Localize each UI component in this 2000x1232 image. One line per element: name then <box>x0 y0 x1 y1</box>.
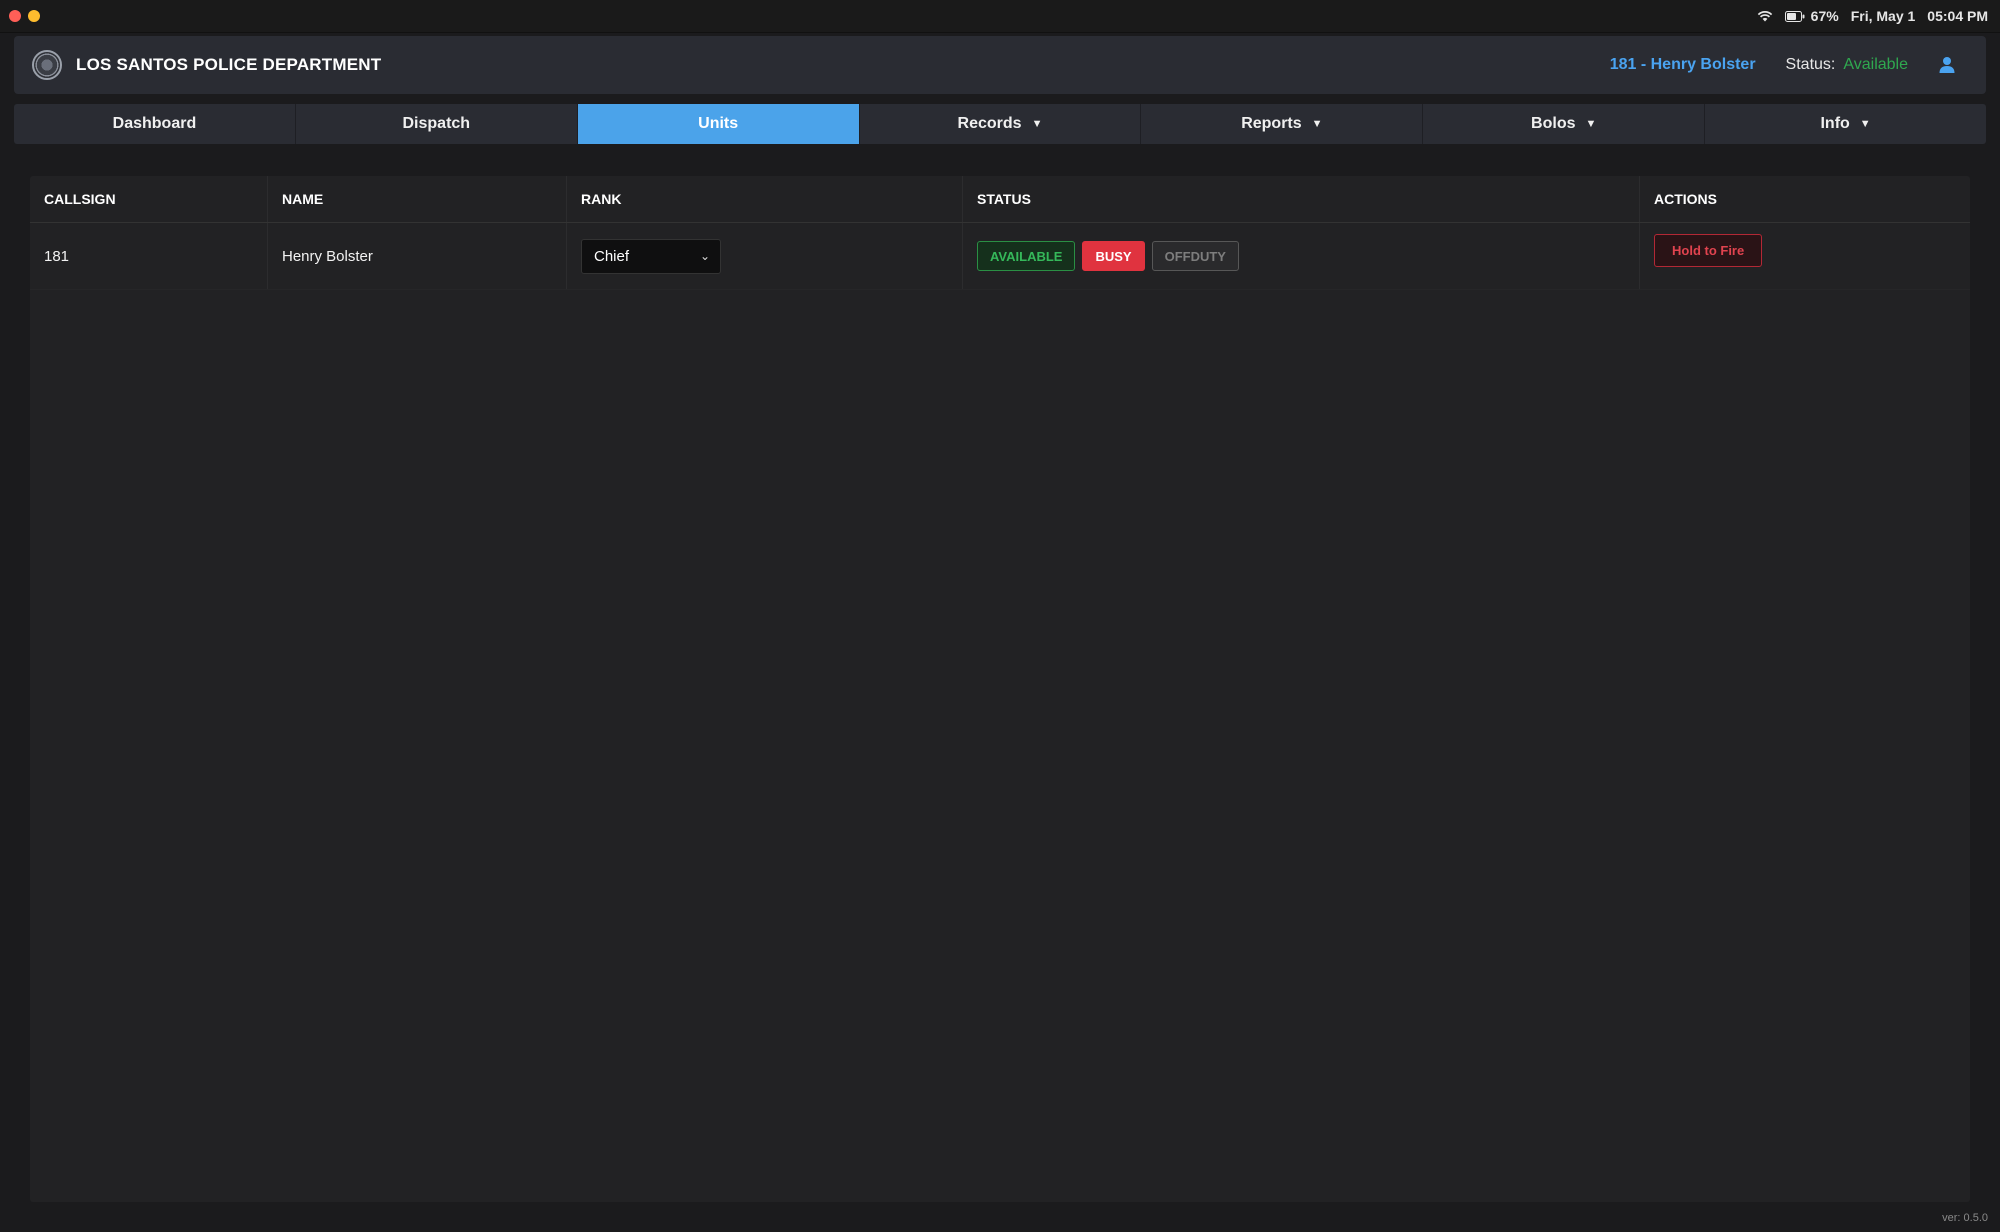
chevron-down-icon: ⌄ <box>699 249 710 263</box>
status-value: Available <box>1843 56 1908 73</box>
column-header-callsign: CALLSIGN <box>30 176 268 222</box>
tab-records[interactable]: Records ▼ <box>860 104 1142 144</box>
wifi-icon[interactable] <box>1757 10 1773 22</box>
user-icon[interactable] <box>1938 56 1956 74</box>
tab-label: Dashboard <box>112 115 197 132</box>
table-header: CALLSIGN NAME RANK STATUS ACTIONS <box>30 176 1970 223</box>
minimize-window-button[interactable] <box>28 10 40 22</box>
app-window: 67% Fri, May 1 05:04 PM LOS SANTOS POLIC… <box>0 0 2000 1232</box>
column-header-actions: ACTIONS <box>1654 191 1717 207</box>
tab-units[interactable]: Units <box>577 104 860 144</box>
battery-icon <box>1784 10 1805 22</box>
tab-bolos[interactable]: Bolos ▼ <box>1423 104 1706 144</box>
actions-cell: Hold to Fire <box>1640 223 1970 289</box>
system-status-area: 67% Fri, May 1 05:04 PM <box>1757 0 1988 32</box>
system-time[interactable]: 05:04 PM <box>1927 8 1988 24</box>
status-busy-button[interactable]: BUSY <box>1082 241 1145 271</box>
battery-status[interactable]: 67% <box>1784 8 1839 24</box>
name-cell: Henry Bolster <box>268 223 567 289</box>
tab-label: Dispatch <box>402 115 471 132</box>
status-label: Status: <box>1785 56 1836 73</box>
officer-name: 181 - Henry Bolster <box>1609 56 1756 73</box>
battery-percent: 67% <box>1810 8 1839 24</box>
rank-select-value: Chief <box>594 247 630 265</box>
tab-label: Bolos <box>1531 115 1576 132</box>
status-button-group: AVAILABLE BUSY OFFDUTY <box>977 241 1239 271</box>
caret-down-icon: ▼ <box>1031 118 1043 130</box>
tab-reports[interactable]: Reports ▼ <box>1141 104 1424 144</box>
caret-down-icon: ▼ <box>1859 118 1871 130</box>
status-cell: AVAILABLE BUSY OFFDUTY <box>963 223 1640 289</box>
department-title: LOS SANTOS POLICE DEPARTMENT <box>76 55 382 74</box>
tab-label: Units <box>698 115 739 132</box>
tab-info[interactable]: Info ▼ <box>1705 104 1986 144</box>
system-date[interactable]: Fri, May 1 <box>1851 8 1916 24</box>
status-available-button[interactable]: AVAILABLE <box>977 241 1076 271</box>
column-header-name: NAME <box>268 176 567 222</box>
app-header: LOS SANTOS POLICE DEPARTMENT 181 - Henry… <box>14 36 1986 94</box>
tab-dispatch[interactable]: Dispatch <box>296 104 578 144</box>
tab-label: Records <box>957 115 1022 132</box>
units-table: CALLSIGN NAME RANK STATUS ACTIONS 181 He… <box>30 176 1970 1202</box>
main-nav-tabs: Dashboard Dispatch Units Records ▼ Repor… <box>14 104 1986 144</box>
rank-cell: Chief ⌄ <box>567 223 963 289</box>
system-menu-bar: 67% Fri, May 1 05:04 PM <box>0 0 2000 33</box>
close-window-button[interactable] <box>9 10 21 22</box>
column-header-status: STATUS <box>963 176 1640 222</box>
hold-to-fire-button[interactable]: Hold to Fire <box>1654 234 1763 267</box>
rank-select[interactable]: Chief ⌄ <box>581 238 721 274</box>
officer-info: 181 - Henry Bolster Status: Available <box>1610 36 1956 94</box>
status-offduty-button[interactable]: OFFDUTY <box>1151 241 1239 271</box>
brand: LOS SANTOS POLICE DEPARTMENT <box>32 36 381 94</box>
table-row: 181 Henry Bolster Chief ⌄ AVAILABLE BUSY… <box>30 223 1970 290</box>
seal-icon <box>32 50 62 80</box>
column-header-rank: RANK <box>567 176 963 222</box>
callsign-cell: 181 <box>30 223 268 289</box>
tab-dashboard[interactable]: Dashboard <box>14 104 296 144</box>
tab-label: Info <box>1820 115 1850 132</box>
version-label: ver: 0.5.0 <box>1942 1212 1988 1224</box>
tab-label: Reports <box>1241 115 1302 132</box>
caret-down-icon: ▼ <box>1311 118 1323 130</box>
caret-down-icon: ▼ <box>1585 118 1597 130</box>
